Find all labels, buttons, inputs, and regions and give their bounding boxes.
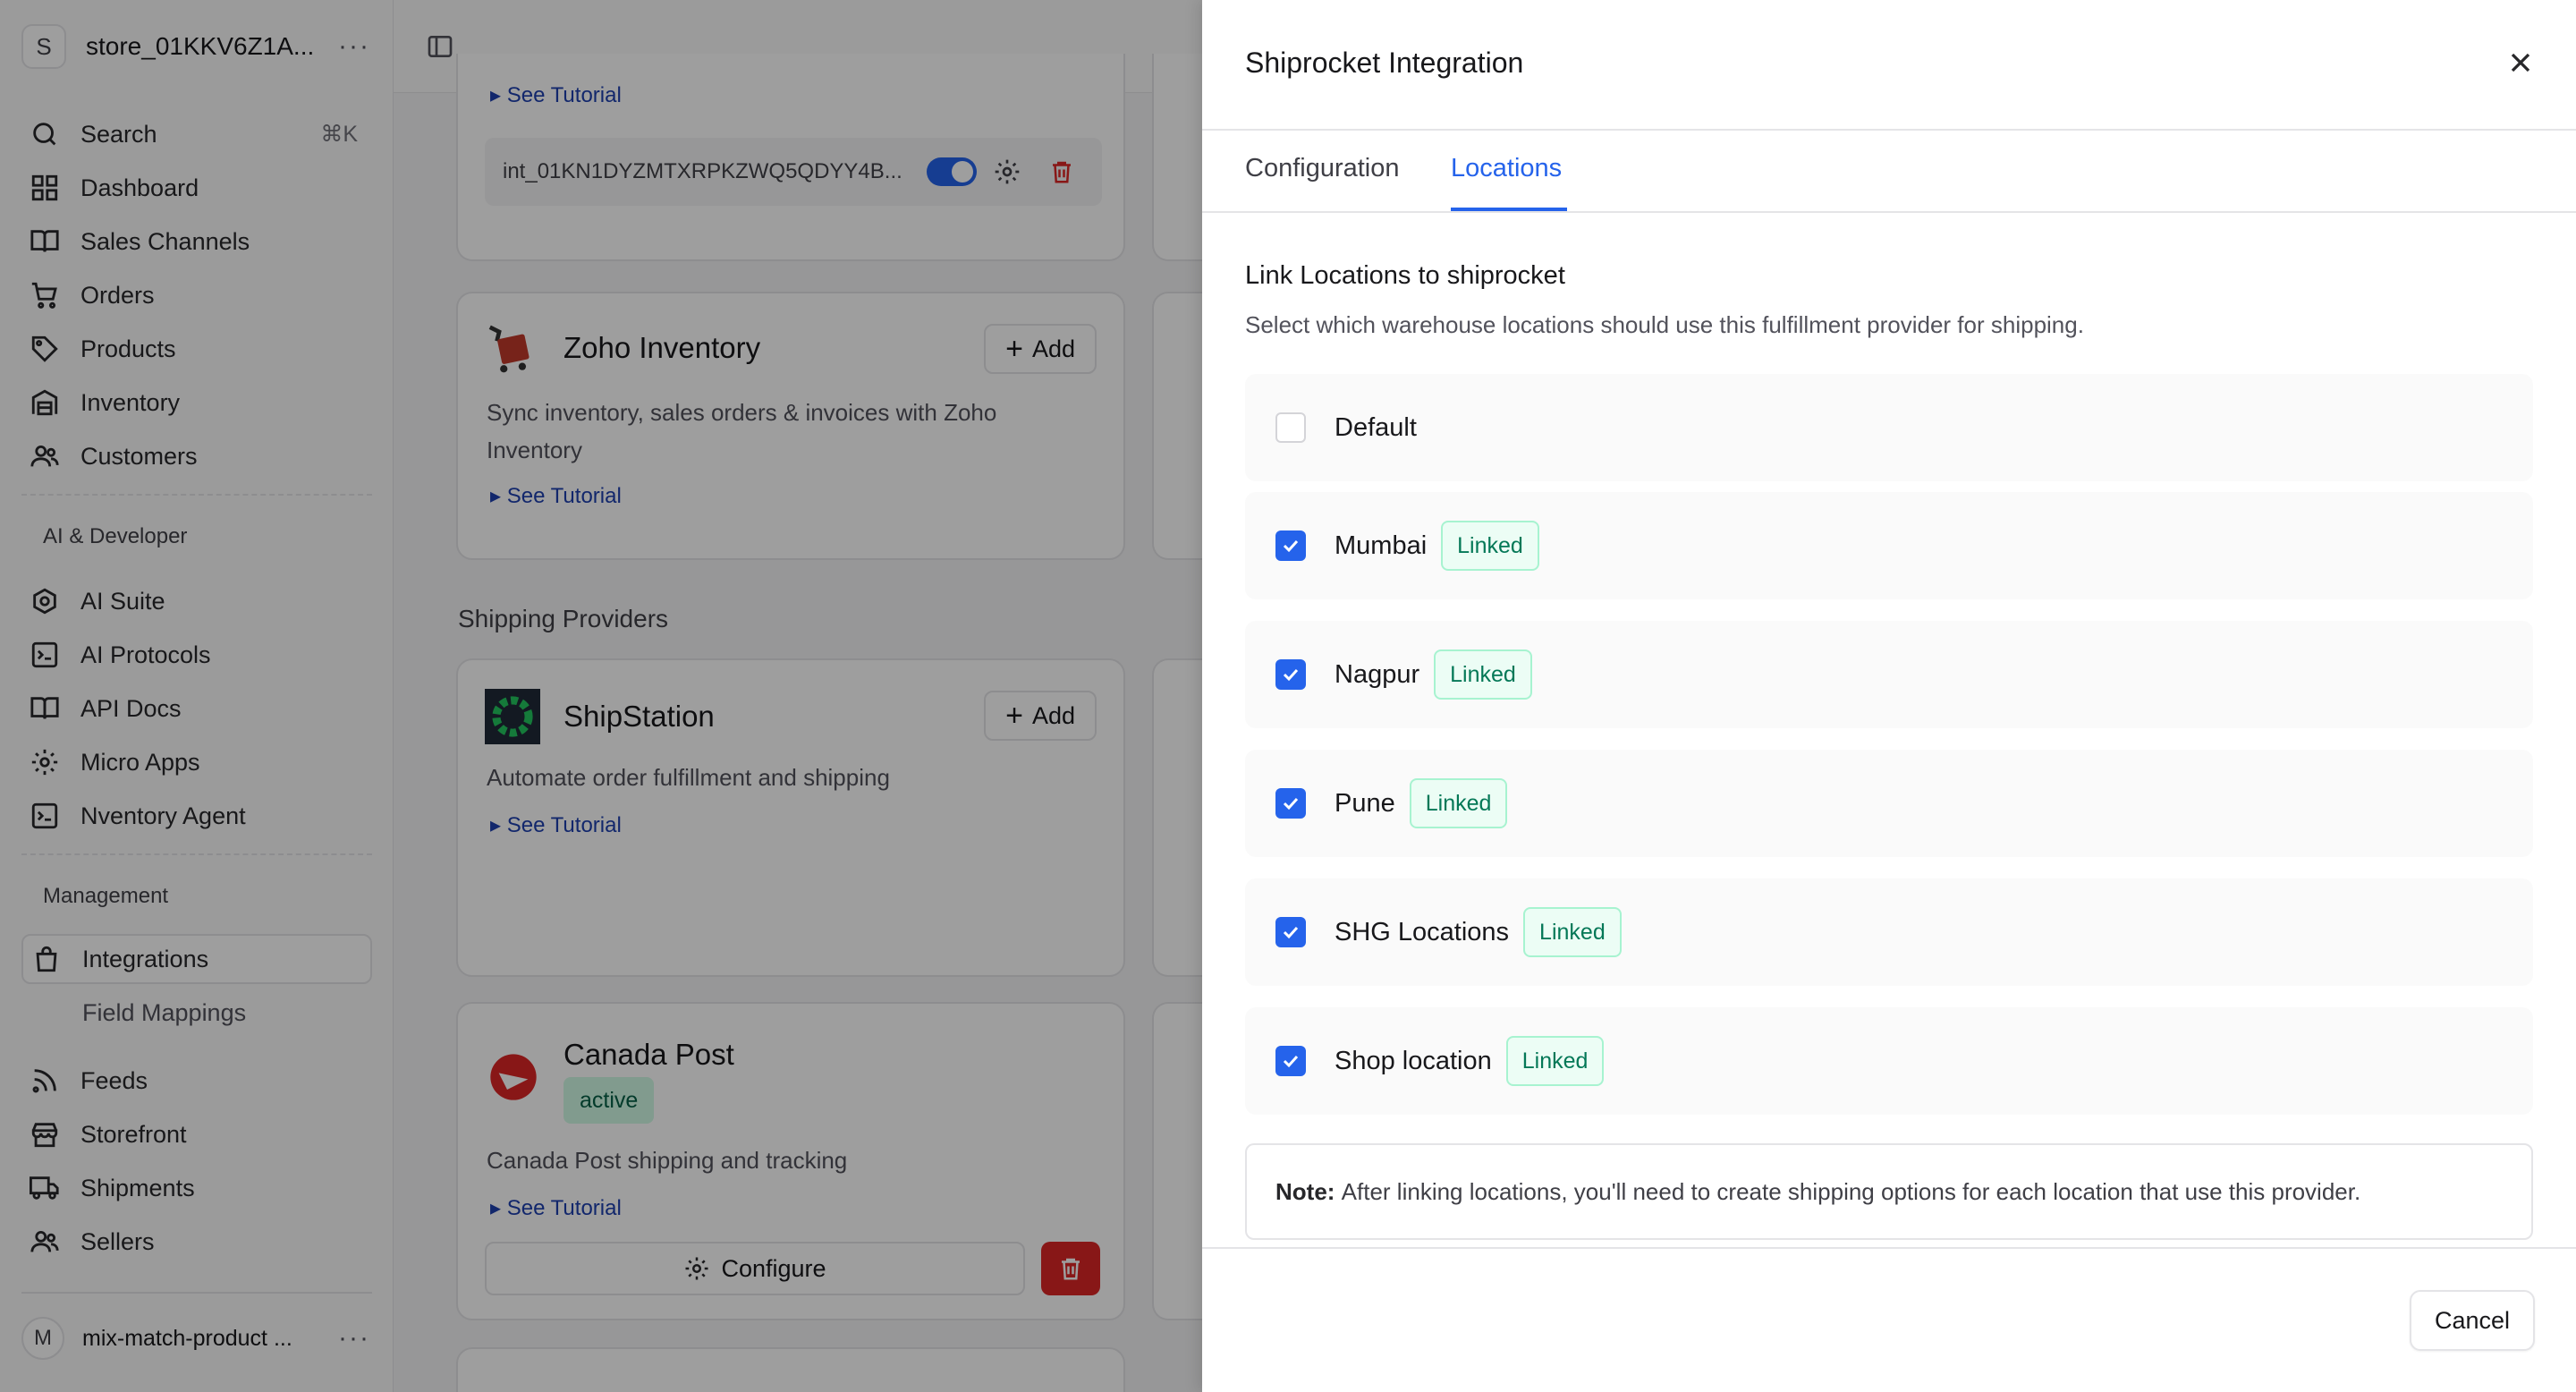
note-text: After linking locations, you'll need to … [1341,1177,2361,1205]
location-checkbox[interactable] [1275,1046,1306,1076]
location-row-nagpur[interactable]: Nagpur Linked [1245,621,2533,728]
linked-badge: Linked [1505,1036,1605,1086]
check-icon [1283,668,1299,682]
footer-divider [1202,1247,2576,1249]
tab-locations[interactable]: Locations [1451,154,1562,183]
location-name: Nagpur [1335,659,1420,689]
location-row-pune[interactable]: Pune Linked [1245,750,2533,857]
location-name: SHG Locations [1335,917,1510,946]
location-name: Pune [1335,788,1395,818]
note-label: Note: [1275,1177,1335,1205]
check-icon [1283,797,1299,811]
location-row-shop-location[interactable]: Shop location Linked [1245,1007,2533,1115]
location-checkbox[interactable] [1275,917,1306,947]
linked-badge: Linked [1441,521,1539,571]
tab-configuration[interactable]: Configuration [1245,154,1400,183]
location-checkbox[interactable] [1275,788,1306,819]
location-row-default[interactable]: Default [1245,374,2533,481]
location-name: Default [1335,412,1417,442]
dialog-title: Shiprocket Integration [1245,47,1524,79]
linked-badge: Linked [1409,778,1508,828]
location-checkbox[interactable] [1275,659,1306,690]
location-row-mumbai[interactable]: Mumbai Linked [1245,492,2533,599]
location-name: Shop location [1335,1046,1492,1075]
info-note: Note: After linking locations, you'll ne… [1245,1143,2533,1240]
linked-badge: Linked [1434,649,1532,700]
check-icon [1283,1055,1299,1068]
location-checkbox[interactable] [1275,412,1306,443]
linked-badge: Linked [1523,907,1622,957]
location-name: Mumbai [1335,530,1428,560]
check-icon [1283,926,1299,939]
location-row-shg-locations[interactable]: SHG Locations Linked [1245,878,2533,986]
tabs-divider [1202,211,2576,213]
check-icon [1283,539,1299,553]
shiprocket-dialog: Shiprocket Integration Configuration Loc… [1202,0,2576,1392]
dialog-divider [1202,129,2576,131]
locations-heading: Link Locations to shiprocket [1245,261,1565,290]
locations-subheading: Select which warehouse locations should … [1245,311,2084,338]
location-checkbox[interactable] [1275,530,1306,561]
close-icon[interactable] [2504,47,2537,79]
cancel-button[interactable]: Cancel [2409,1290,2535,1351]
